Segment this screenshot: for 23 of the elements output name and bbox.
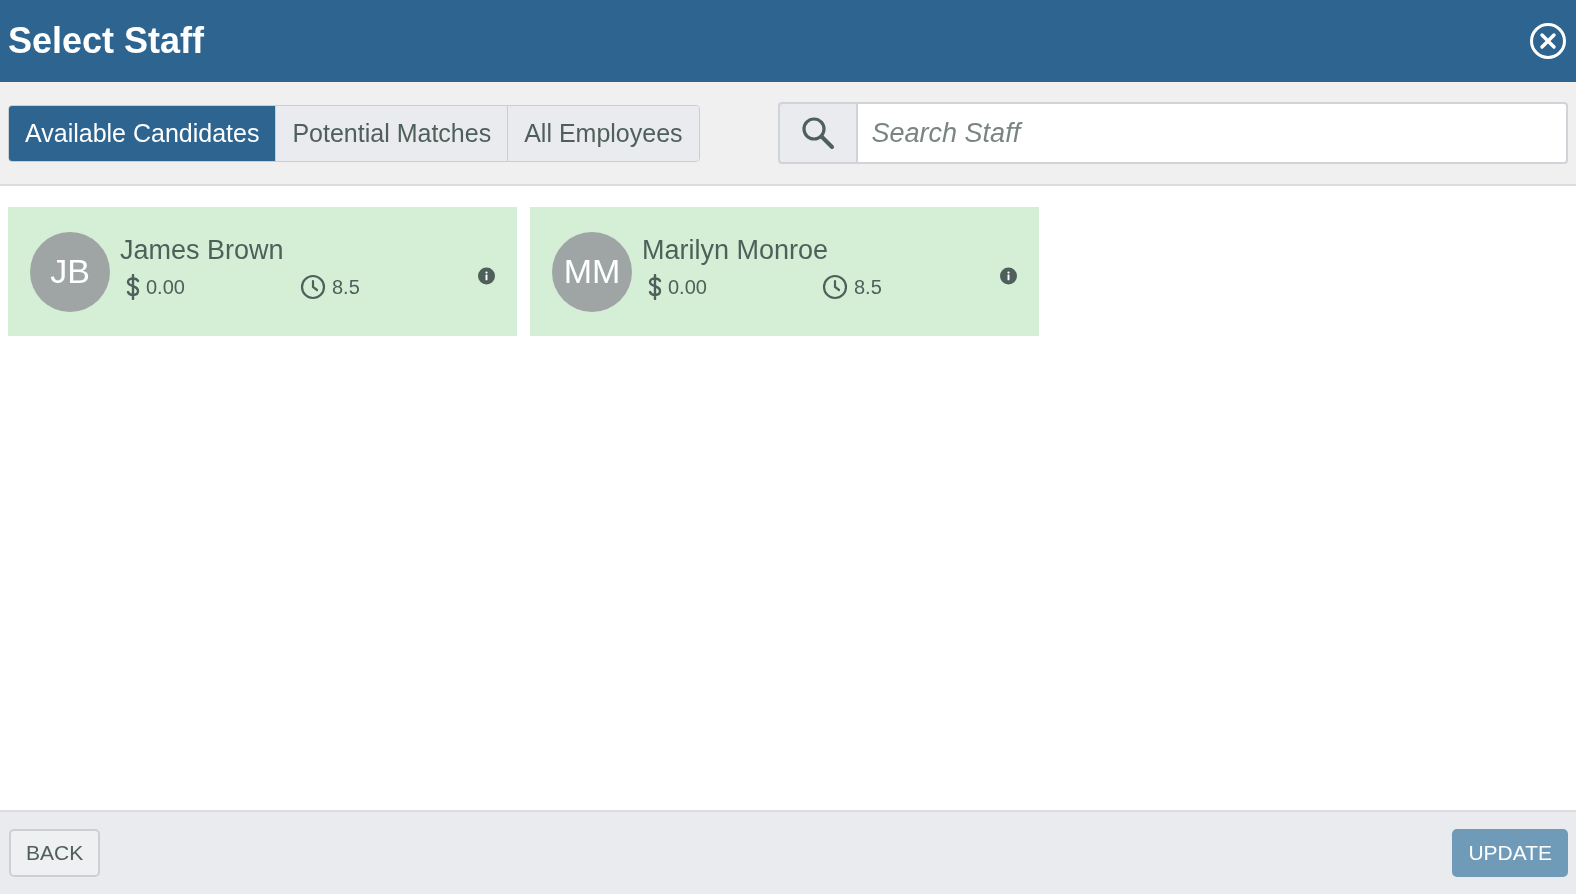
pay-rate: 0.00 bbox=[668, 275, 707, 299]
dollar-icon bbox=[126, 274, 140, 300]
tab[interactable]: All Employees bbox=[507, 105, 699, 161]
search-button[interactable] bbox=[777, 102, 856, 164]
back-button[interactable]: BACK bbox=[9, 829, 101, 877]
tab[interactable]: Potential Matches bbox=[275, 105, 508, 161]
clock-icon bbox=[300, 274, 326, 300]
close-button[interactable] bbox=[1528, 21, 1568, 61]
hours: 8.5 bbox=[332, 275, 360, 299]
clock-icon bbox=[822, 274, 848, 300]
avatar: JB bbox=[30, 231, 110, 312]
search-icon bbox=[800, 116, 835, 150]
pay-rate: 0.00 bbox=[146, 275, 185, 299]
staff-name: James Brown bbox=[120, 235, 285, 266]
staff-name: Marilyn Monroe bbox=[642, 235, 830, 266]
staff-card[interactable]: JB James Brown 0.00 8.5 bbox=[8, 207, 517, 336]
close-icon bbox=[1529, 22, 1567, 60]
search-field[interactable]: Search Staff bbox=[855, 102, 1568, 164]
avatar: MM bbox=[552, 231, 632, 312]
tab[interactable]: Available Candidates bbox=[9, 105, 276, 161]
dollar-icon bbox=[648, 274, 662, 300]
hours: 8.5 bbox=[854, 275, 882, 299]
dialog-title: Select Staff bbox=[8, 20, 205, 62]
